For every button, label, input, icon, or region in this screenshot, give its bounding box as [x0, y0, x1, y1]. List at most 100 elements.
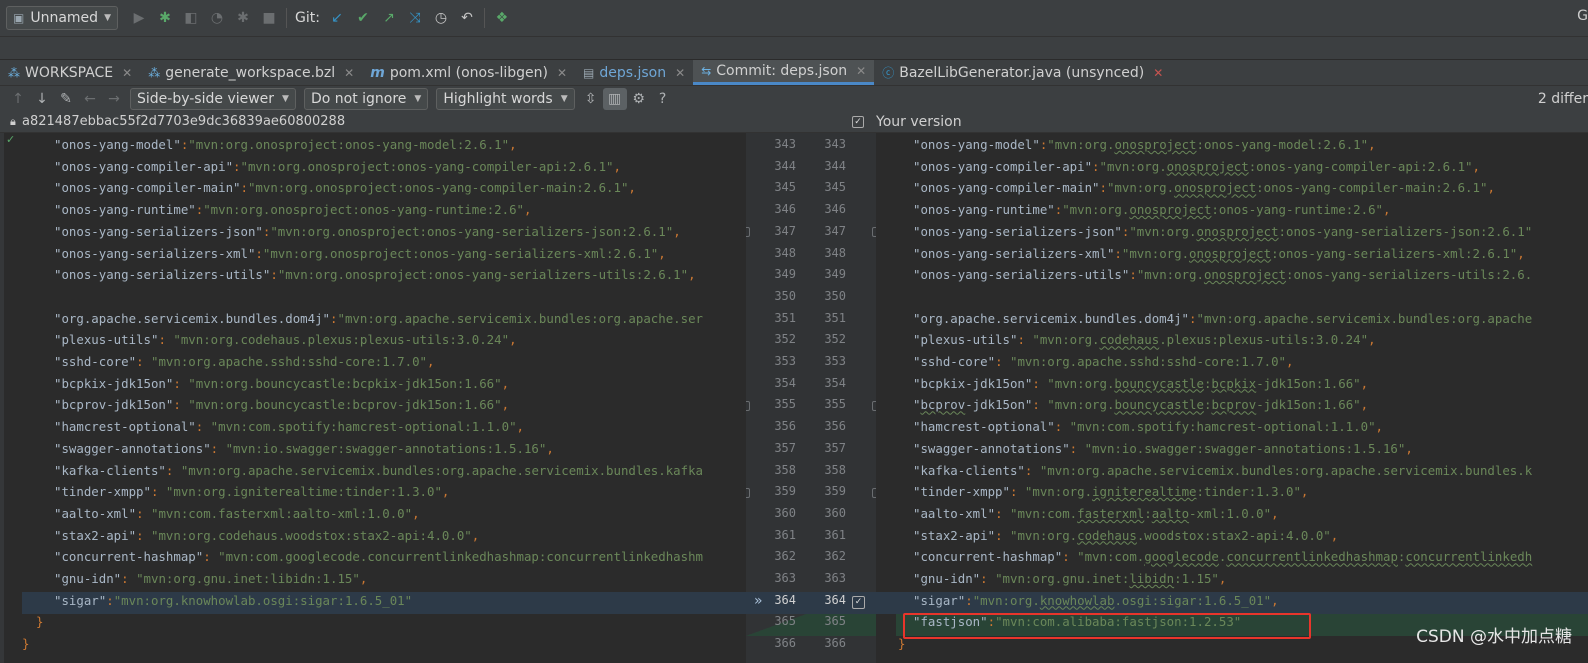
code-token: : [136, 527, 151, 543]
help-button[interactable]: ? [651, 88, 675, 110]
right-line-number: 343 [824, 137, 846, 151]
right-line-number: 352 [824, 332, 846, 347]
arrow-right-icon[interactable]: → [102, 88, 126, 110]
code-token: googlecode [1144, 549, 1219, 565]
fold-marker-icon[interactable] [746, 227, 750, 237]
gear-icon[interactable]: ⚙ [627, 88, 651, 110]
git-branches-icon[interactable]: ❖ [489, 6, 515, 30]
code-token: codehaus [1099, 332, 1160, 348]
tab-deps-json[interactable]: ▤ deps.json ✕ [575, 60, 693, 85]
code-token: "stax2-api" [913, 527, 996, 543]
code-line: "onos-yang-serializers-json":"mvn:org.on… [913, 221, 1532, 243]
diff-toolbar: ↑ ↓ ✎ ← → Side-by-side viewer ▼ Do not i… [0, 85, 1588, 112]
viewer-mode-select[interactable]: Side-by-side viewer ▼ [130, 88, 296, 110]
code-token: onosproject [1114, 137, 1197, 152]
close-icon[interactable]: ✕ [856, 64, 866, 78]
arrow-left-icon[interactable]: ← [78, 88, 102, 110]
code-token: : [995, 527, 1010, 543]
right-line-number: 361 [824, 527, 846, 542]
code-line: "plexus-utils": "mvn:org.codehaus.plexus… [913, 329, 1376, 351]
code-token: "mvn:com. [1009, 505, 1078, 521]
include-change-checkbox[interactable]: ✓ [852, 596, 865, 609]
arrow-down-icon[interactable]: ↓ [30, 88, 54, 110]
left-line-number: 352 [774, 332, 796, 347]
code-token: bcprov [1211, 397, 1257, 413]
code-token: : [1054, 419, 1070, 435]
arrow-up-icon[interactable]: ↑ [6, 88, 30, 110]
right-code-pane[interactable]: "onos-yang-model":"mvn:org.onosproject:o… [876, 133, 1588, 663]
stop-icon[interactable]: ■ [256, 6, 282, 30]
tab-commit-deps-json[interactable]: ⇆ Commit: deps.json ✕ [693, 60, 875, 85]
code-token: "plexus-utils" [913, 332, 1018, 348]
run-icon[interactable]: ▶ [126, 6, 152, 30]
tab-generate-workspace[interactable]: ⁂ generate_workspace.bzl ✕ [140, 60, 362, 85]
code-token: : [1009, 484, 1025, 500]
ignore-whitespace-select[interactable]: Do not ignore ▼ [303, 88, 429, 110]
code-token: "mvn:org.codehaus.woodstox:stax2-api:4.0… [150, 527, 472, 543]
left-line-number: 366 [774, 636, 796, 651]
run-config-label: Unnamed [30, 10, 99, 26]
code-token: "mvn:org.onosproject:onos-yang-serialize… [270, 223, 674, 239]
rollback-icon[interactable]: ↶ [454, 6, 480, 30]
highlight-mode-select[interactable]: Highlight words ▼ [436, 88, 575, 110]
close-icon[interactable]: ✕ [1153, 66, 1163, 80]
code-token: , [501, 397, 510, 413]
close-icon[interactable]: ✕ [122, 66, 132, 80]
viewer-mode-value: Side-by-side viewer [137, 91, 275, 107]
include-checkbox[interactable]: ✓ [852, 116, 864, 128]
git-update-icon[interactable]: ↙ [324, 6, 350, 30]
apply-change-icon[interactable]: » [754, 593, 763, 609]
close-icon[interactable]: ✕ [344, 66, 354, 80]
code-token: :onos-yang-compiler-api:2.6.1" [1248, 158, 1473, 174]
code-line: "org.apache.servicemix.bundles.dom4j":"m… [913, 308, 1532, 330]
code-token: "aalto-xml" [913, 505, 996, 521]
fold-marker-icon[interactable] [746, 401, 750, 411]
fold-marker-icon[interactable] [746, 488, 750, 498]
code-token: "bcpkix-jdk15on" [54, 375, 174, 391]
code-token: , [412, 505, 420, 521]
profile-icon[interactable]: ◔ [204, 6, 230, 30]
code-token: "mvn:org.bouncycastle:bcpkix-jdk15on:1.6… [188, 375, 502, 391]
code-token: :onos-yang-compiler-main:2.6.1" [1256, 180, 1488, 196]
code-line: "onos-yang-compiler-main":"mvn:org.onosp… [54, 177, 636, 199]
code-token: } [36, 614, 44, 630]
close-icon[interactable]: ✕ [675, 66, 685, 80]
code-token: "swagger-annotations" [54, 440, 211, 456]
right-line-number: 344 [824, 158, 846, 173]
tab-bazel-lib-generator[interactable]: ⓒ BazelLibGenerator.java (unsynced) ✕ [874, 60, 1171, 85]
collapse-unchanged-icon[interactable]: ⇳ [579, 88, 603, 110]
right-line-number: 364 [824, 592, 846, 607]
left-revision-title: a821487ebbac55f2d7703e9dc36839ae60800288 [22, 114, 346, 129]
code-token: , [546, 440, 554, 456]
run-configuration-selector[interactable]: ▣ Unnamed ▼ [6, 6, 118, 30]
tab-workspace[interactable]: ⁂ WORKSPACE ✕ [0, 60, 140, 85]
code-token: , [1517, 245, 1525, 261]
edit-icon[interactable]: ✎ [54, 88, 78, 110]
sync-scroll-icon[interactable]: ▥ [602, 88, 627, 110]
code-token: :onos-yang-serializers-utils:2.6. [1286, 267, 1533, 283]
debug-icon[interactable]: ✱ [152, 6, 178, 30]
code-token: "mvn:org. [1024, 484, 1093, 500]
tab-label: pom.xml (onos-libgen) [389, 64, 548, 81]
coverage-icon[interactable]: ◧ [178, 6, 204, 30]
code-token: : [1129, 267, 1137, 283]
left-code-pane[interactable]: "onos-yang-model":"mvn:org.onosproject:o… [0, 133, 746, 663]
close-icon[interactable]: ✕ [557, 66, 567, 80]
left-line-number: 350 [774, 288, 796, 303]
git-commit-icon[interactable]: ✔ [350, 6, 376, 30]
code-token: : [240, 180, 248, 196]
git-push-icon[interactable]: ↗ [376, 6, 402, 30]
search-everywhere-icon[interactable]: G [1577, 8, 1588, 24]
annotation-highlight-box [903, 613, 1311, 639]
code-line: "swagger-annotations": "mvn:io.swagger:s… [54, 438, 554, 460]
code-token: "mvn:org. [1136, 267, 1204, 283]
attach-debugger-icon[interactable]: ✱ [230, 6, 256, 30]
code-token: : [1024, 462, 1040, 478]
git-fetch-icon[interactable]: ⤨ [402, 6, 428, 30]
right-line-number: 365 [824, 614, 846, 629]
history-icon[interactable]: ◷ [428, 6, 454, 30]
code-line: "onos-yang-model":"mvn:org.onosproject:o… [54, 134, 517, 156]
code-line: "onos-yang-model":"mvn:org.onosproject:o… [913, 134, 1376, 156]
tab-pom-xml[interactable]: m pom.xml (onos-libgen) ✕ [362, 60, 575, 85]
right-line-number: 350 [824, 288, 846, 303]
